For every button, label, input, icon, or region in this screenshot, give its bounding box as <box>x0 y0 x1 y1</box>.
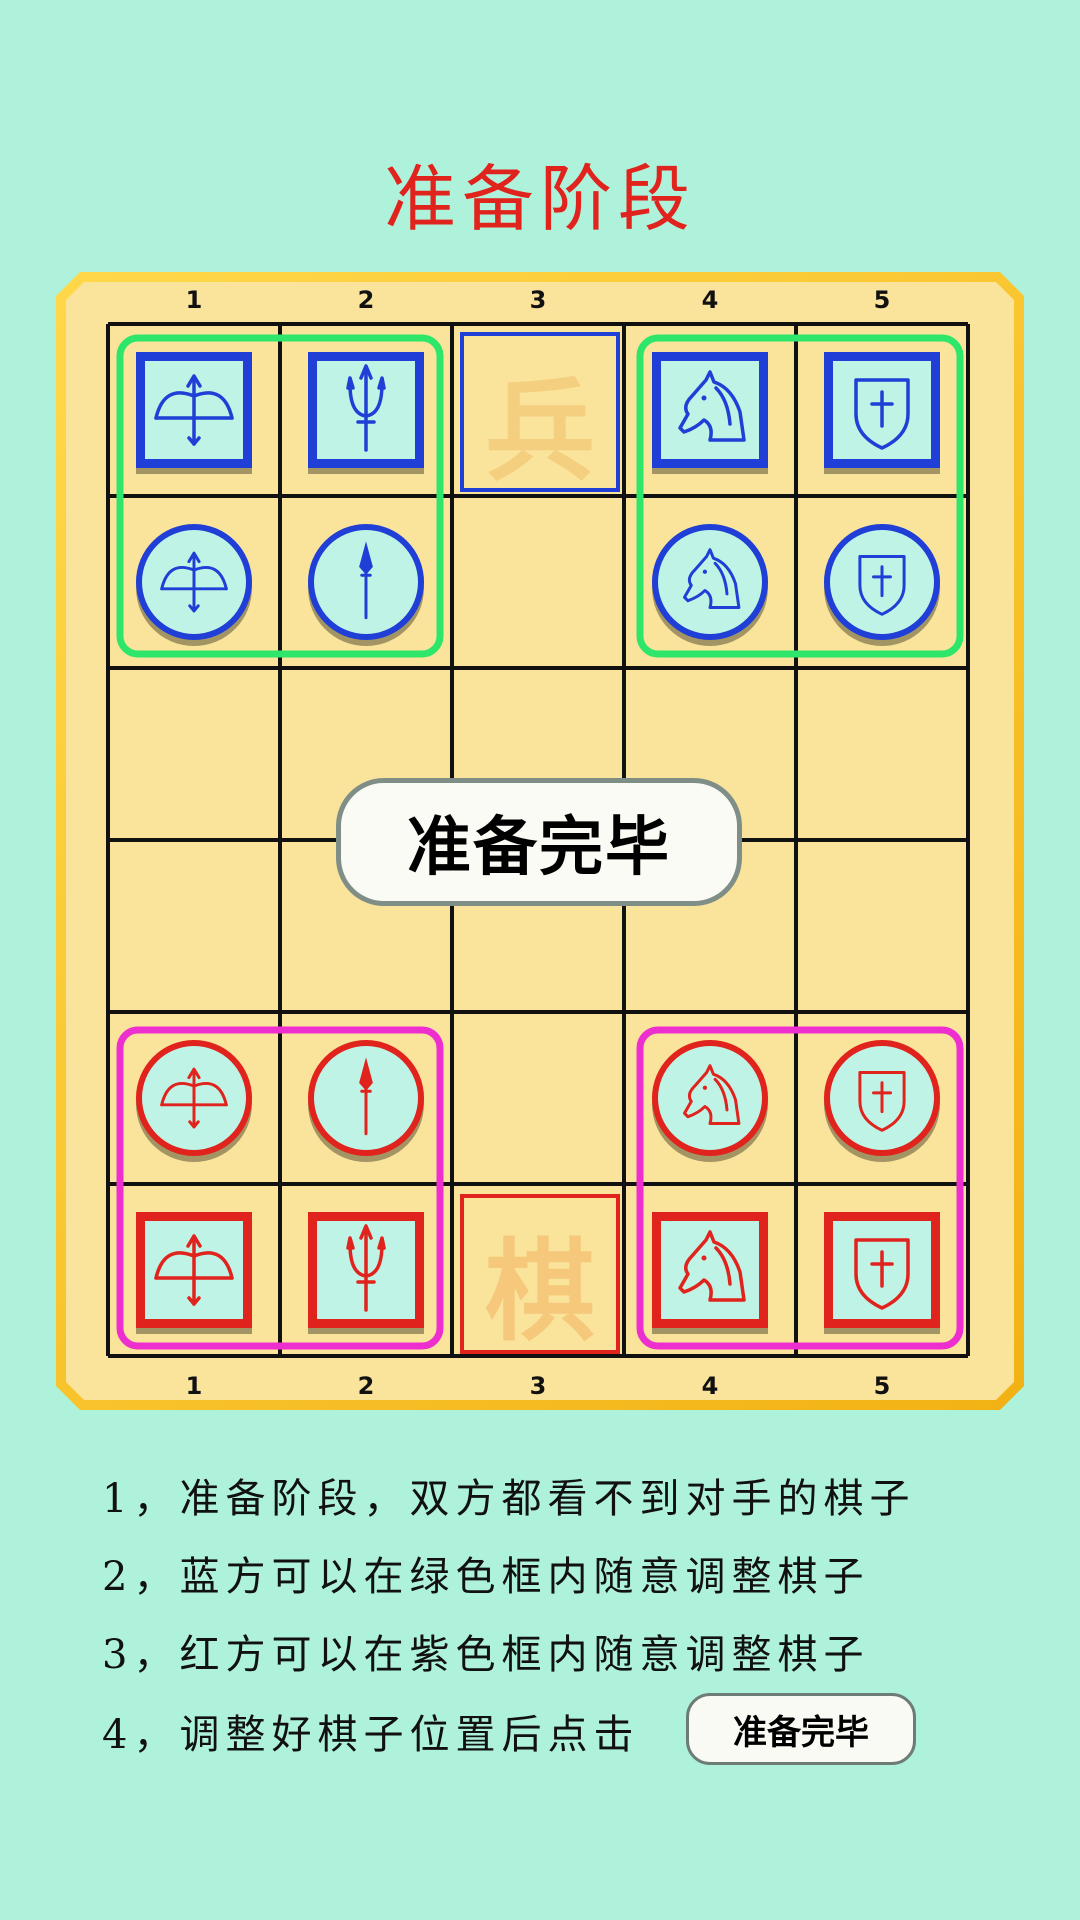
red-square-horse-piece[interactable] <box>652 1212 768 1334</box>
instruction-line-4: 4，调整好棋子位置后点击 <box>102 1712 640 1758</box>
blue-circle-horse-piece[interactable] <box>652 524 768 646</box>
instruction-line-3: 3，红方可以在紫色框内随意调整棋子 <box>102 1632 870 1678</box>
inline-ready-button[interactable]: 准备完毕 <box>686 1693 916 1765</box>
blue-square-horse-piece[interactable] <box>652 352 768 474</box>
red-square-shield-piece[interactable] <box>824 1212 940 1334</box>
piece-face <box>658 1046 762 1150</box>
piece-face <box>658 530 762 634</box>
red-reserve-cell[interactable] <box>460 1194 620 1354</box>
red-circle-bow-piece[interactable] <box>136 1040 252 1162</box>
blue-circle-shield-piece[interactable] <box>824 524 940 646</box>
blue-circle-bow-piece[interactable] <box>136 524 252 646</box>
instruction-line-2: 2，蓝方可以在绿色框内随意调整棋子 <box>102 1554 870 1600</box>
red-circle-spear-piece[interactable] <box>308 1040 424 1162</box>
red-circle-horse-piece[interactable] <box>652 1040 768 1162</box>
instruction-line-1: 1，准备阶段，双方都看不到对手的棋子 <box>102 1476 916 1522</box>
red-circle-shield-piece[interactable] <box>824 1040 940 1162</box>
red-square-bow-piece[interactable] <box>136 1212 252 1334</box>
blue-square-bow-piece[interactable] <box>136 352 252 474</box>
blue-square-shield-piece[interactable] <box>824 352 940 474</box>
ready-button[interactable]: 准备完毕 <box>336 778 742 906</box>
blue-reserve-cell[interactable] <box>460 332 620 492</box>
blue-circle-spear-piece[interactable] <box>308 524 424 646</box>
red-square-trident-piece[interactable] <box>308 1212 424 1334</box>
blue-square-trident-piece[interactable] <box>308 352 424 474</box>
